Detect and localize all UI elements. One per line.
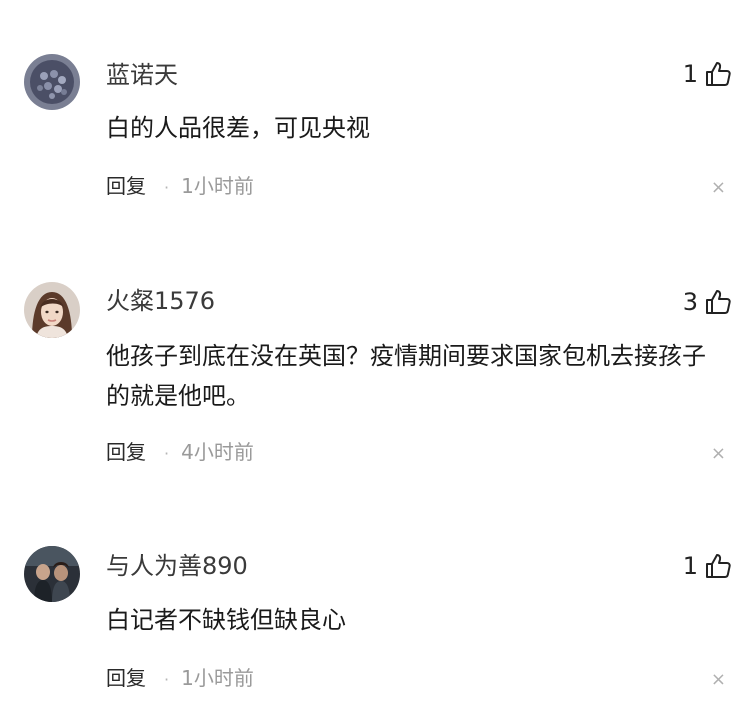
avatar[interactable] [24,54,80,110]
like-button[interactable]: 3 [683,287,732,317]
avatar-icon [24,546,80,602]
like-count: 1 [682,552,698,580]
like-count: 3 [682,288,698,316]
comment-username[interactable]: 蓝诺天 [106,60,178,90]
like-button[interactable]: 1 [683,551,732,581]
timestamp: 4小时前 [181,440,254,464]
comment-footer: 回复 · 1小时前 [106,174,254,200]
thumbs-up-icon [706,554,731,578]
close-icon[interactable]: × [711,444,726,464]
comment-text: 白的人品很差，可见央视 [106,114,370,142]
avatar-icon [24,282,80,338]
avatar[interactable] [24,282,80,338]
timestamp: 1小时前 [181,666,254,690]
comment-text: 白记者不缺钱但缺良心 [106,606,346,634]
comment-text: 他孩子到底在没在英国？疫情期间要求国家包机去接孩子的就是他吧。 [106,342,706,410]
separator-dot: · [164,178,170,197]
comment-footer: 回复 · 4小时前 [106,440,254,466]
reply-button[interactable]: 回复 [106,174,146,198]
reply-button[interactable]: 回复 [106,666,146,690]
like-button[interactable]: 1 [683,59,732,89]
avatar-icon [24,54,80,110]
comment-footer: 回复 · 1小时前 [106,666,254,692]
avatar[interactable] [24,546,80,602]
close-icon[interactable]: × [711,178,726,198]
separator-dot: · [164,444,170,463]
thumbs-up-icon [706,62,731,86]
separator-dot: · [164,670,170,689]
close-icon[interactable]: × [711,670,726,690]
like-count: 1 [682,60,698,88]
comment-username[interactable]: 与人为善890 [106,551,248,581]
reply-button[interactable]: 回复 [106,440,146,464]
timestamp: 1小时前 [181,174,254,198]
comment-username[interactable]: 火粲1576 [106,286,215,316]
thumbs-up-icon [706,290,731,314]
